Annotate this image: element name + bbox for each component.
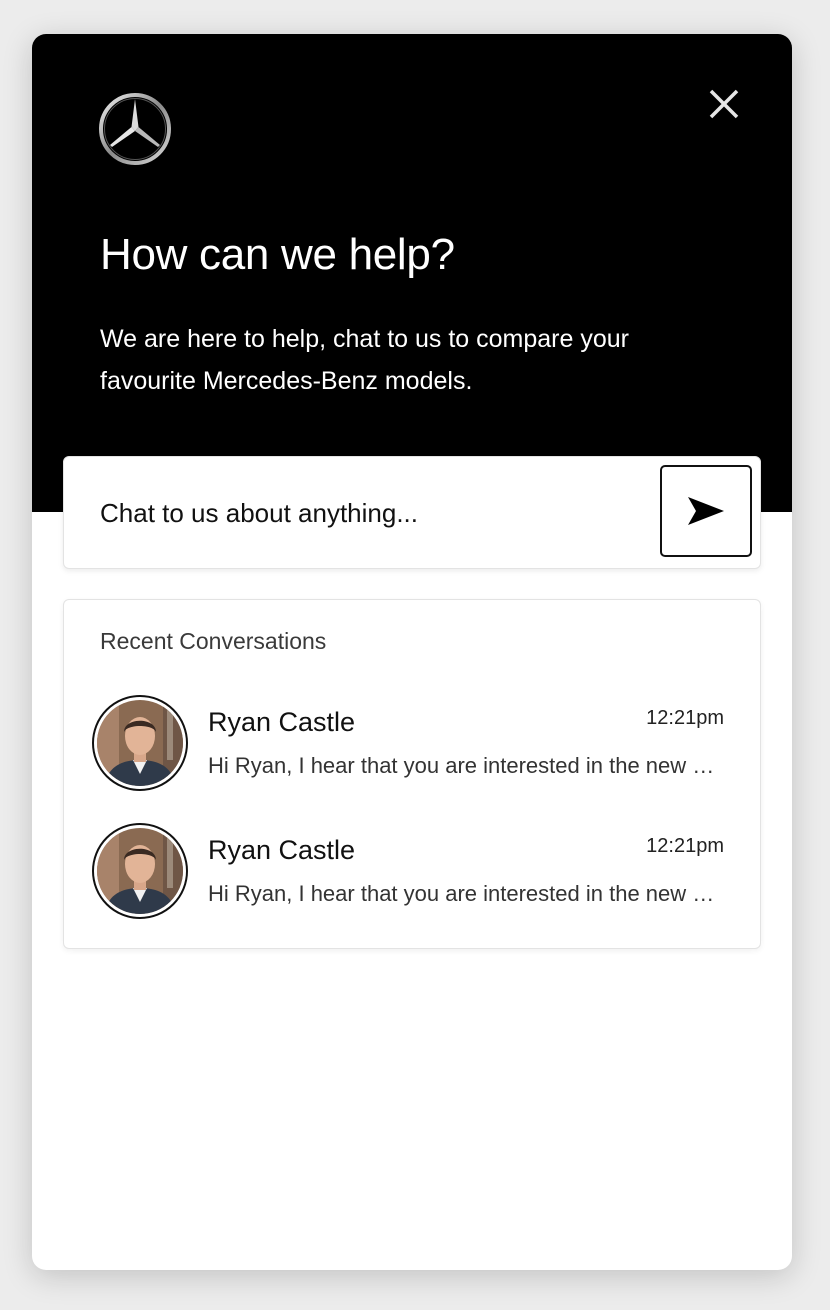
- avatar: [92, 823, 188, 919]
- mercedes-star-logo: [98, 92, 172, 166]
- conversation-time: 12:21pm: [646, 835, 724, 857]
- conversation-preview: Hi Ryan, I hear that you are interested …: [208, 753, 724, 778]
- chat-widget: How can we help? We are here to help, ch…: [32, 34, 792, 1270]
- send-arrow-icon: [688, 497, 724, 525]
- chat-bar: [63, 456, 761, 569]
- recent-conversations-heading: Recent Conversations: [100, 628, 327, 654]
- avatar: [92, 695, 188, 791]
- conversation-item[interactable]: Ryan Castle 12:21pm Hi Ryan, I hear that…: [64, 695, 760, 795]
- recent-conversations-panel: Recent Conversations Ryan Castle 12:21pm…: [63, 599, 761, 949]
- conversation-item[interactable]: Ryan Castle 12:21pm Hi Ryan, I hear that…: [64, 823, 760, 923]
- conversation-name: Ryan Castle: [208, 835, 356, 865]
- send-button[interactable]: [660, 465, 752, 557]
- chat-input[interactable]: [100, 487, 640, 539]
- close-icon: [709, 89, 739, 119]
- widget-header: How can we help? We are here to help, ch…: [32, 34, 792, 512]
- conversation-time: 12:21pm: [646, 707, 724, 729]
- page-title: How can we help?: [100, 230, 455, 279]
- conversation-preview: Hi Ryan, I hear that you are interested …: [208, 881, 724, 906]
- close-button[interactable]: [702, 82, 746, 126]
- header-subtitle: We are here to help, chat to us to compa…: [100, 325, 629, 395]
- conversation-name: Ryan Castle: [208, 707, 356, 737]
